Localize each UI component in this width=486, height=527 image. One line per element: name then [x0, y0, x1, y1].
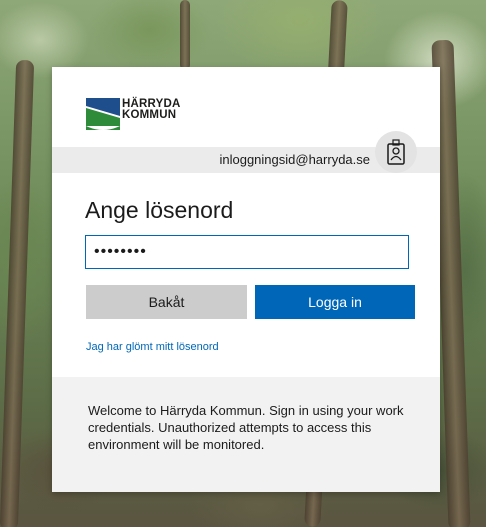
back-button[interactable]: Bakåt	[86, 285, 247, 319]
footer-banner: Welcome to Härryda Kommun. Sign in using…	[52, 377, 440, 492]
forgot-password-link[interactable]: Jag har glömt mitt lösenord	[86, 341, 219, 353]
harryda-logo: HÄRRYDA KOMMUN	[86, 96, 196, 136]
harryda-emblem-icon	[86, 98, 120, 130]
identity-bar: inloggningsid@harryda.se	[52, 131, 440, 173]
logo-line-2: KOMMUN	[122, 109, 177, 121]
identity-email: inloggningsid@harryda.se	[219, 152, 370, 167]
sign-in-card: HÄRRYDA KOMMUN inloggningsid@harryda.se …	[52, 67, 440, 492]
password-input[interactable]	[85, 235, 409, 269]
login-button[interactable]: Logga in	[255, 285, 415, 319]
footer-text: Welcome to Härryda Kommun. Sign in using…	[88, 403, 404, 452]
id-badge-icon	[375, 131, 417, 173]
page-title: Ange lösenord	[85, 197, 234, 223]
logo-text: HÄRRYDA KOMMUN	[122, 98, 180, 121]
